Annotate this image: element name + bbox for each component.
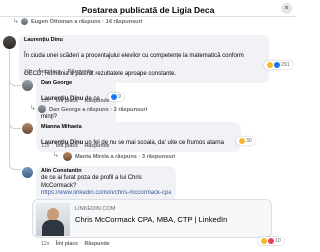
reply-author: Eugen Ottoman [31, 19, 73, 25]
avatar[interactable] [3, 36, 16, 49]
comment-time[interactable]: 12s [41, 143, 49, 149]
reactions-badge[interactable]: 10 [258, 237, 284, 245]
comment-actions: 12s Îmi place Răspunde [41, 98, 115, 104]
reply-count: 3 răspunsuri [141, 154, 176, 160]
reply-prefix: a răspuns [110, 154, 137, 160]
reply-count: 14 răspunsuri [105, 19, 143, 25]
like-button[interactable]: Îmi place [39, 69, 61, 75]
avatar[interactable] [63, 152, 72, 161]
link-domain: LINKEDIN.COM [75, 206, 116, 212]
haha-icon [261, 238, 267, 244]
reactions-badge[interactable]: 291 [264, 61, 293, 69]
comment-actions: 12s Îmi place Răspunde [41, 241, 115, 247]
avatar[interactable] [38, 105, 46, 113]
reply-author: Dan George [49, 107, 81, 113]
link-preview-card[interactable]: LINKEDIN.COM Chris McCormack CPA, MBA, C… [32, 199, 272, 238]
reaction-count: 30 [246, 138, 252, 144]
thread-connector [9, 78, 21, 86]
comment-author[interactable]: Dan George [41, 80, 111, 87]
comment-bubble: Laurențiu Dinu În ciuda unei scăderi a p… [19, 35, 269, 83]
view-replies-link[interactable]: Dan George a răspuns · 2 răspunsuri [49, 107, 147, 113]
avatar[interactable] [22, 167, 33, 178]
post-header: Postarea publicată de Ligia Deca × [0, 0, 296, 17]
reply-prefix: a răspuns [82, 107, 109, 113]
avatar[interactable] [22, 80, 33, 91]
comment-author[interactable]: Alin Constantin [41, 168, 171, 175]
thread-connector [9, 118, 21, 129]
reply-button[interactable]: Răspunde [84, 98, 109, 104]
comment-actions: 12s Îmi place Răspunde [41, 143, 115, 149]
comment-link[interactable]: https://www.linkedin.com/in/chris-mccorm… [41, 190, 171, 198]
view-replies-link[interactable]: Manta Mirela a răspuns · 3 răspunsuri [75, 154, 175, 160]
comment-actions: 12s Îmi place Răspunde [24, 69, 98, 75]
avatar[interactable] [22, 123, 33, 134]
page-title: Postarea publicată de Ligia Deca [81, 5, 215, 15]
comment-text: de ce ai furat poza de profil a lui Chri… [41, 175, 142, 189]
reply-author: Manta Mirela [75, 154, 109, 160]
reply-arrow-icon: ↳ [53, 152, 59, 159]
comment-author[interactable]: Laurențiu Dinu [24, 37, 264, 44]
love-icon [268, 238, 274, 244]
comment-author[interactable]: Mianna Mihaela [41, 124, 236, 131]
haha-icon [239, 138, 245, 144]
thread-line [9, 50, 10, 162]
like-button[interactable]: Îmi place [56, 98, 78, 104]
reply-button[interactable]: Răspunde [84, 241, 109, 247]
like-icon [274, 62, 280, 68]
haha-icon [267, 62, 273, 68]
reply-count: 2 răspunsuri [113, 107, 148, 113]
thread-connector [9, 160, 21, 170]
like-button[interactable]: Îmi place [56, 143, 78, 149]
close-icon[interactable]: × [281, 3, 292, 14]
comment-time[interactable]: 12s [41, 241, 49, 247]
reply-arrow-icon: ↳ [30, 105, 36, 112]
avatar[interactable] [21, 18, 28, 25]
reaction-count: 9 [118, 94, 121, 100]
reply-button[interactable]: Răspunde [67, 69, 92, 75]
comment-time[interactable]: 12s [41, 98, 49, 104]
profile-photo [36, 203, 70, 236]
comment-bubble: Alin Constantin de ce ai furat poza de p… [36, 166, 176, 201]
reply-button[interactable]: Răspunde [84, 143, 109, 149]
reply-arrow-icon: ↳ [13, 18, 19, 25]
comment-time[interactable]: 12s [24, 69, 32, 75]
reply-prefix: a răspuns [74, 19, 101, 25]
view-replies-link[interactable]: Eugen Ottoman a răspuns · 14 răspunsuri [31, 19, 142, 25]
link-title[interactable]: Chris McCormack CPA, MBA, CTP | LinkedIn [75, 215, 227, 224]
like-button[interactable]: Îmi place [56, 241, 78, 247]
reactions-badge[interactable]: 30 [236, 137, 255, 145]
reaction-count: 291 [281, 62, 290, 68]
reaction-count: 10 [275, 238, 281, 244]
